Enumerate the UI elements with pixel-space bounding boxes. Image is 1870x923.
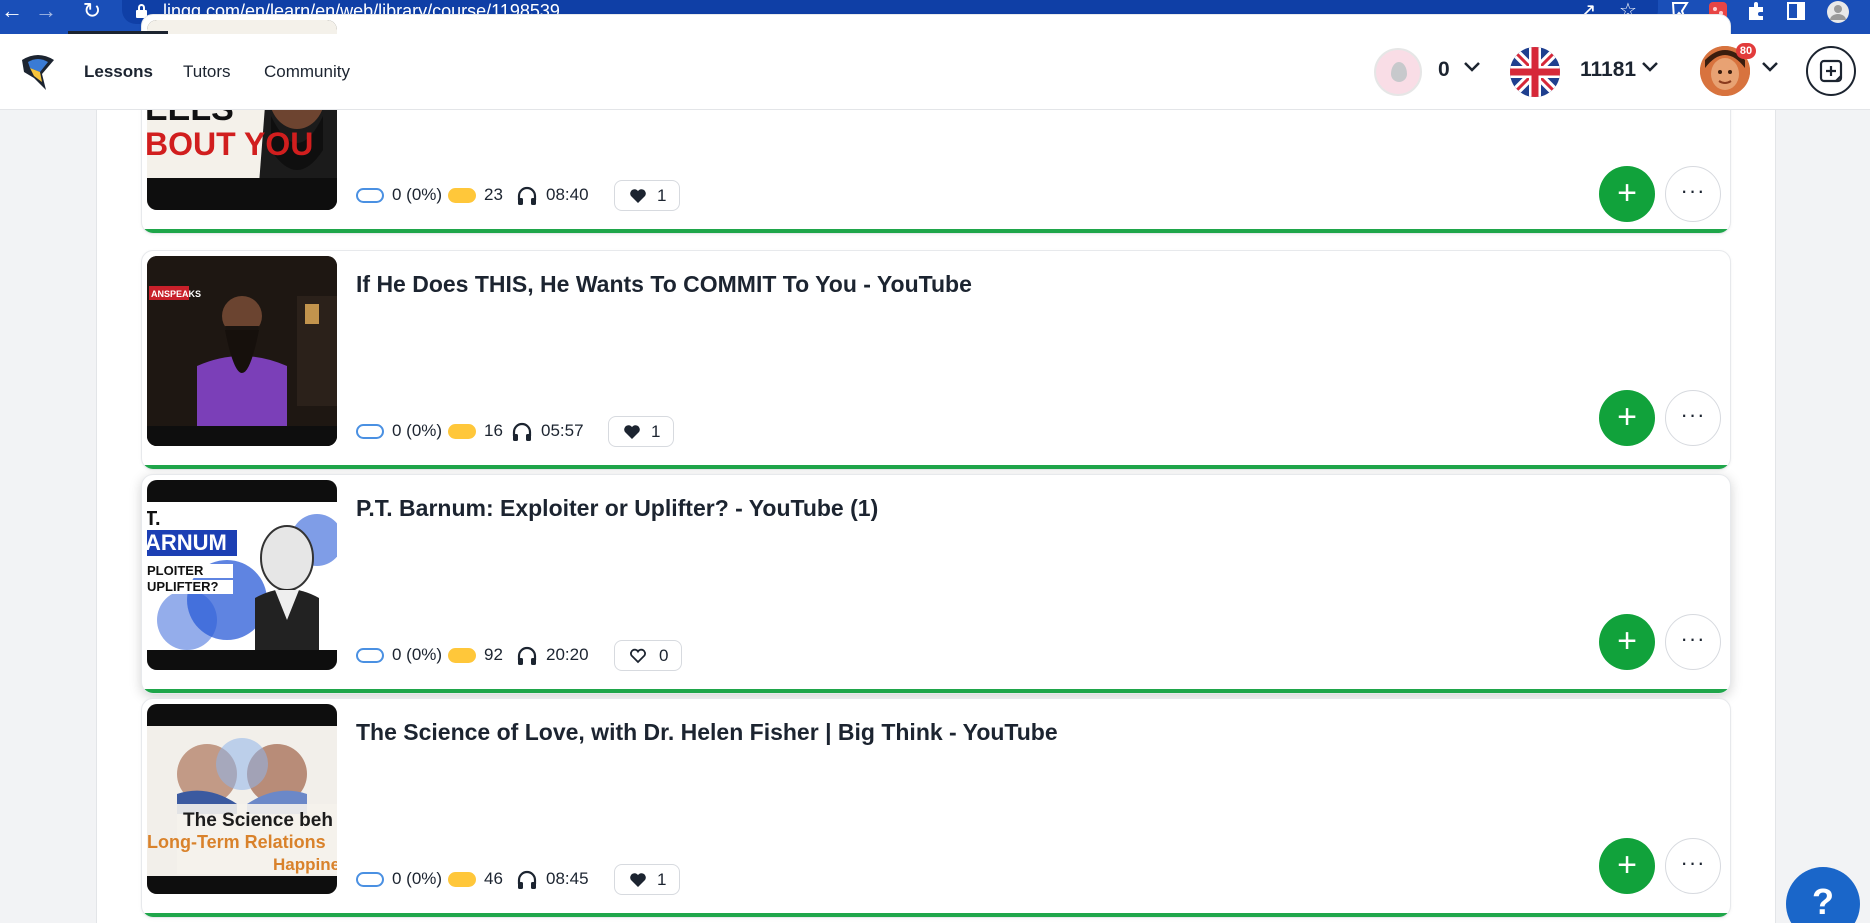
lesson-thumbnail[interactable]: ANSPEAKS	[147, 256, 337, 446]
headphones-icon	[512, 422, 532, 441]
add-lesson-button[interactable]: +	[1599, 614, 1655, 670]
thumb-text: T.	[147, 508, 161, 530]
like-count: 1	[657, 186, 667, 205]
puzzle-icon[interactable]	[1744, 0, 1768, 24]
chevron-down-icon[interactable]	[1758, 54, 1782, 78]
thumb-text: ANSPEAKS	[151, 289, 201, 299]
heart-outline-icon	[630, 648, 646, 664]
like-count: 0	[659, 646, 669, 665]
more-options-button[interactable]: ···	[1665, 838, 1721, 894]
profile-icon[interactable]	[1826, 0, 1850, 24]
chevron-down-icon[interactable]	[1638, 54, 1662, 78]
new-words-pill-icon	[448, 188, 476, 203]
heart-filled-icon	[630, 189, 646, 203]
like-count: 1	[657, 870, 667, 889]
reload-icon[interactable]: ↻	[80, 0, 104, 24]
header-content-layer: Lessons Tutors Community 0 11181 80	[0, 31, 1870, 110]
lingq-logo[interactable]	[20, 52, 56, 92]
help-button[interactable]: ?	[1786, 867, 1860, 923]
chevron-down-icon[interactable]	[1460, 54, 1484, 78]
lesson-progress-bar	[142, 689, 1730, 693]
lingq-pill-icon	[356, 424, 384, 439]
lesson-progress-bar	[142, 465, 1730, 469]
more-options-button[interactable]: ···	[1665, 614, 1721, 670]
heart-filled-icon	[624, 425, 640, 439]
uk-flag-icon[interactable]	[1510, 47, 1560, 97]
lingq-count: 0 (0%)	[392, 645, 443, 664]
new-words-pill-icon	[448, 424, 476, 439]
streak-count[interactable]: 0	[1438, 58, 1450, 82]
lesson-thumbnail[interactable]: The Science beh Long-Term Relations Happ…	[147, 704, 337, 894]
new-words-count: 46	[484, 869, 503, 888]
back-icon[interactable]: ←	[0, 0, 24, 24]
thumb-text: UPLIFTER?	[147, 579, 219, 594]
lesson-duration: 05:57	[541, 421, 584, 440]
lesson-progress-bar	[142, 229, 1730, 233]
lesson-duration: 08:45	[546, 869, 589, 888]
lesson-card[interactable]: T. ARNUM PLOITER UPLIFTER? P.T. Barnum: …	[141, 474, 1731, 694]
heart-filled-icon	[630, 873, 646, 887]
lingq-count: 0 (0%)	[392, 421, 443, 440]
like-button[interactable]: 1	[614, 864, 680, 895]
forward-icon[interactable]: →	[34, 0, 58, 24]
lingq-pill-icon	[356, 872, 384, 887]
sidepanel-icon[interactable]	[1784, 0, 1808, 24]
lesson-card[interactable]: ANSPEAKS If He Does THIS, He Wants To CO…	[141, 250, 1731, 470]
headphones-icon	[517, 186, 537, 205]
lingq-pill-icon	[356, 188, 384, 203]
thumb-text: PLOITER	[147, 563, 204, 578]
thumb-text: BOUT YOU	[147, 126, 313, 162]
add-lesson-button[interactable]: +	[1599, 390, 1655, 446]
new-words-count: 16	[484, 421, 503, 440]
lesson-progress-bar	[142, 913, 1730, 917]
like-button[interactable]: 1	[608, 416, 674, 447]
thumb-text: The Science beh	[183, 810, 333, 831]
thumb-text: Long-Term Relations	[147, 832, 326, 852]
active-tab-underline	[68, 31, 168, 34]
lesson-card[interactable]: The Science beh Long-Term Relations Happ…	[141, 698, 1731, 918]
lesson-title[interactable]: The Science of Love, with Dr. Helen Fish…	[356, 719, 1058, 746]
like-count: 1	[651, 422, 661, 441]
nav-tutors[interactable]: Tutors	[183, 62, 231, 82]
lesson-duration: 08:40	[546, 185, 589, 204]
new-words-count: 23	[484, 185, 503, 204]
import-lesson-button[interactable]	[1806, 46, 1856, 96]
add-lesson-button[interactable]: +	[1599, 166, 1655, 222]
lingq-count: 0 (0%)	[392, 185, 443, 204]
like-button[interactable]: 0	[614, 640, 682, 671]
lesson-title[interactable]: P.T. Barnum: Exploiter or Uplifter? - Yo…	[356, 495, 878, 522]
thumb-text: Happine	[273, 855, 337, 874]
lingq-pill-icon	[356, 648, 384, 663]
lesson-duration: 20:20	[546, 645, 589, 664]
lesson-title[interactable]: If He Does THIS, He Wants To COMMIT To Y…	[356, 271, 972, 298]
more-options-button[interactable]: ···	[1665, 166, 1721, 222]
nav-community[interactable]: Community	[264, 62, 350, 82]
import-icon	[1819, 59, 1843, 83]
nav-lessons[interactable]: Lessons	[84, 62, 153, 82]
headphones-icon	[517, 870, 537, 889]
new-words-pill-icon	[448, 872, 476, 887]
lesson-thumbnail[interactable]: T. ARNUM PLOITER UPLIFTER?	[147, 480, 337, 670]
add-lesson-button[interactable]: +	[1599, 838, 1655, 894]
lingq-count: 0 (0%)	[392, 869, 443, 888]
thumb-text: ARNUM	[147, 530, 227, 555]
streak-icon[interactable]	[1374, 48, 1422, 96]
new-words-count: 92	[484, 645, 503, 664]
known-words-count[interactable]: 11181	[1580, 58, 1636, 82]
headphones-icon	[517, 646, 537, 665]
new-words-pill-icon	[448, 648, 476, 663]
like-button[interactable]: 1	[614, 180, 680, 211]
notification-badge: 80	[1736, 43, 1756, 59]
more-options-button[interactable]: ···	[1665, 390, 1721, 446]
